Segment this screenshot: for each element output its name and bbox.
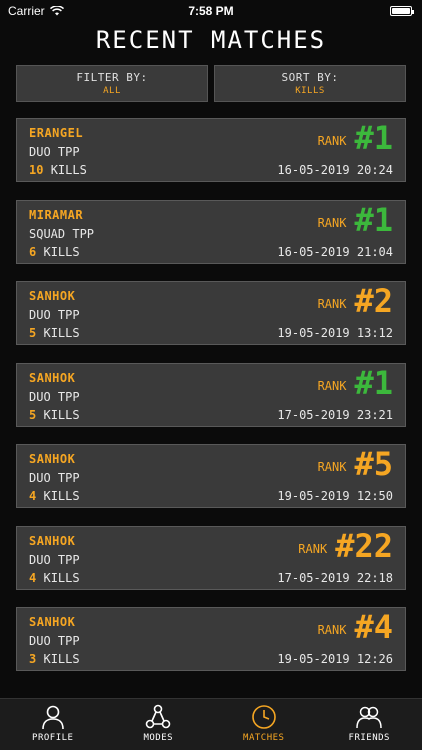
tab-matches-label: MATCHES [243,733,285,743]
tab-modes[interactable]: MODES [106,699,212,750]
tab-matches[interactable]: MATCHES [211,699,317,750]
tab-modes-label: MODES [143,733,174,743]
status-bar: Carrier 7:58 PM [0,0,422,22]
match-list: ERANGEL DUO TPP 10 KILLS RANK #1 16-05-2019 2… [16,118,406,689]
match-card[interactable]: SANHOK DUO TPP 3 KILLS RANK #4 19-05-2019 12:… [16,607,406,671]
match-kills-label: KILLS [43,244,80,259]
match-kills-count: 5 [29,326,37,340]
tab-profile[interactable]: PROFILE [0,699,106,750]
match-mode: DUO TPP [29,634,80,648]
match-kills: 6 KILLS [29,245,80,259]
match-mode: SQUAD TPP [29,226,95,241]
match-kills-count: 3 [29,652,37,666]
match-rank: RANK #1 [318,202,393,238]
match-map-name: SANHOK [29,452,76,466]
match-card[interactable]: SANHOK DUO TPP 5 KILLS RANK #1 17-05-2019 23:… [16,362,406,427]
sort-by-label: SORT BY: [281,71,339,84]
match-kills-count: 5 [29,407,37,422]
match-rank-label: RANK [317,623,347,637]
match-kills: 3 KILLS [29,652,80,666]
tab-bar: PROFILE MODES MATCHES FRIENDS [0,698,422,750]
match-kills-label: KILLS [43,570,80,585]
match-kills: 5 KILLS [29,408,80,422]
match-map-name: MIRAMAR [29,207,84,222]
match-card[interactable]: SANHOK DUO TPP 4 KILLS RANK #5 19-05-2019 12:… [16,444,406,508]
match-date: 19-05-2019 13:12 [277,326,393,340]
tab-friends-label: FRIENDS [348,733,390,743]
match-rank: RANK #5 [318,446,393,482]
sort-by-button[interactable]: SORT BY: KILLS [214,65,406,102]
tab-friends[interactable]: FRIENDS [317,699,422,750]
match-map-name: ERANGEL [29,126,84,140]
match-rank-number: #1 [354,200,393,239]
match-rank-number: #1 [354,363,393,402]
battery-icon [390,6,414,16]
match-card[interactable]: SANHOK DUO TPP 4 KILLS RANK #22 17-05-2019 22… [16,525,406,590]
match-kills-label: KILLS [50,163,87,177]
page-title: RECENT MATCHES [95,26,327,54]
match-mode: DUO TPP [29,552,80,567]
filter-by-label: FILTER BY: [76,71,148,84]
filter-by-button[interactable]: FILTER BY: ALL [16,65,208,102]
match-date: 16-05-2019 21:04 [277,244,393,259]
match-kills-count: 4 [29,489,37,503]
match-kills-label: KILLS [43,326,80,340]
status-time: 7:58 PM [188,4,234,18]
match-kills: 4 KILLS [29,489,80,503]
match-rank-number: #1 [354,119,393,157]
match-mode: DUO TPP [29,389,80,404]
match-rank-label: RANK [298,541,328,556]
match-rank-label: RANK [317,460,347,474]
clock-icon [251,705,276,729]
match-date: 17-05-2019 23:21 [277,407,393,422]
match-rank: RANK #2 [318,283,393,319]
match-card[interactable]: ERANGEL DUO TPP 10 KILLS RANK #1 16-05-2019 2… [16,118,406,182]
person-icon [41,705,64,730]
match-kills-label: KILLS [43,407,80,422]
match-kills: 10 KILLS [29,163,87,177]
filter-by-value: ALL [103,86,121,96]
match-mode: DUO TPP [29,145,80,159]
match-card[interactable]: MIRAMAR SQUAD TPP 6 KILLS RANK #1 16-05-2019 … [16,199,406,264]
match-rank-number: #22 [335,526,393,565]
friends-icon [356,706,382,729]
match-kills-label: KILLS [43,652,80,666]
match-map-name: SANHOK [29,533,76,548]
match-kills-count: 10 [29,163,44,177]
match-rank: RANK #1 [318,120,393,156]
match-kills-count: 4 [29,570,37,585]
match-rank-label: RANK [317,378,347,393]
match-rank-number: #2 [354,282,393,320]
match-map-name: SANHOK [29,370,76,385]
match-rank: RANK #4 [318,609,393,645]
match-map-name: SANHOK [29,615,76,629]
filter-sort-row: FILTER BY: ALL SORT BY: KILLS [16,65,406,102]
match-card[interactable]: SANHOK DUO TPP 5 KILLS RANK #2 19-05-2019 13:… [16,281,406,345]
match-mode: DUO TPP [29,308,80,322]
sort-by-value: KILLS [295,86,325,96]
match-rank-number: #5 [354,445,393,483]
match-map-name: SANHOK [29,289,76,303]
match-date: 16-05-2019 20:24 [277,163,393,177]
match-date: 19-05-2019 12:50 [277,489,393,503]
match-rank-label: RANK [317,297,347,311]
match-kills: 5 KILLS [29,326,80,340]
match-kills-count: 6 [29,244,37,259]
match-date: 19-05-2019 12:26 [277,652,393,666]
match-date: 17-05-2019 22:18 [277,570,393,585]
match-rank: RANK #22 [298,528,393,564]
match-rank-label: RANK [317,215,347,230]
tab-profile-label: PROFILE [32,733,74,743]
match-rank-number: #4 [354,608,393,646]
match-rank: RANK #1 [318,365,393,401]
match-kills-label: KILLS [43,489,80,503]
match-rank-label: RANK [317,134,347,148]
match-mode: DUO TPP [29,471,80,485]
modes-icon [145,704,171,729]
match-kills: 4 KILLS [29,571,80,585]
